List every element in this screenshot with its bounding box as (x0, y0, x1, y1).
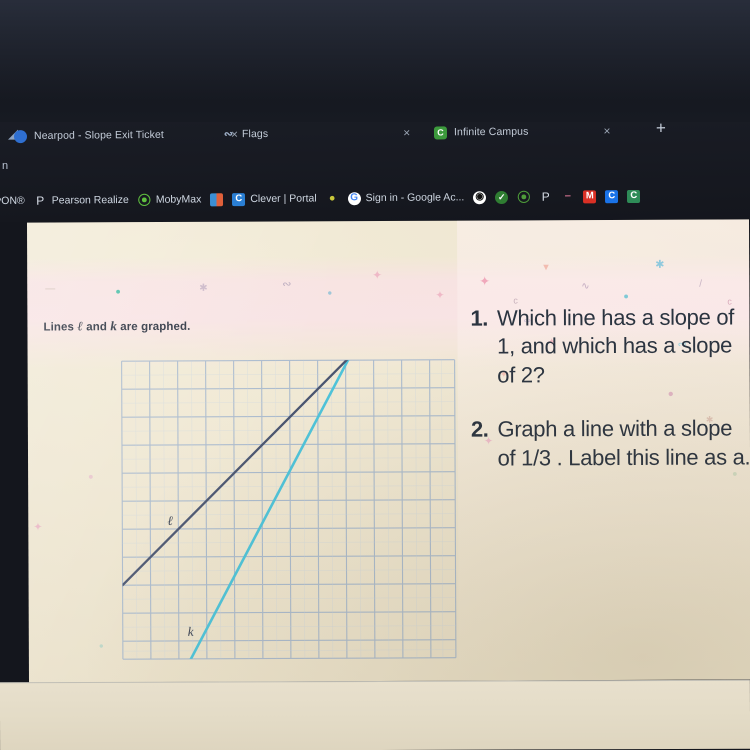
confetti-dot-icon: ● (88, 471, 94, 482)
bookmark-label: Pearson Realize (51, 193, 129, 207)
bookmark-book[interactable] (210, 192, 224, 206)
globe-icon: ◉ (473, 190, 487, 204)
question-text: Which line has a slope of 1, and which h… (496, 304, 735, 388)
graph-gridlines (121, 359, 457, 660)
confetti-sparkle-icon: ✱ (655, 258, 665, 271)
bookmark-c-green[interactable]: C (627, 189, 641, 203)
bookmark-mobymax[interactable]: ⦿ MobyMax (137, 192, 202, 208)
caption-suffix: are graphed. (116, 320, 191, 334)
nearpod-icon (13, 129, 28, 143)
bookmark-droplet[interactable]: ● (326, 192, 339, 205)
nearpod-slide: — ● ✱ ∾ ● ✦ ✦ ✦ c ▾ ∿ ● ✱ / c ∾ ✦ ∾ ✦ ● … (26, 219, 750, 683)
confetti-star-icon: ✦ (372, 268, 383, 283)
browser-chrome: ◢ n Nearpod - Slope Exit Ticket × ∾ Flag… (0, 0, 750, 222)
line-label-l: ℓ (167, 513, 173, 528)
clever-c-icon: C (232, 192, 246, 206)
bookmark-dash[interactable]: − (561, 190, 574, 203)
bookmark-google-signin[interactable]: G Sign in - Google Ac... (347, 191, 465, 205)
confetti-dot-icon: ● (115, 286, 121, 297)
bookmark-pearson-realize[interactable]: P Pearson Realize (34, 193, 129, 208)
confetti-dash-icon: — (45, 283, 56, 295)
question-2: 2. Graph a line with a slope of 1/3 . La… (471, 415, 750, 473)
confetti-triangle-icon: ▾ (543, 261, 549, 274)
bookmark-pearson2[interactable]: P (539, 189, 552, 204)
tab-title: Infinite Campus (453, 125, 529, 139)
bookmark-c-blue[interactable]: C (605, 189, 619, 203)
tab-title: Nearpod - Slope Exit Ticket (33, 128, 164, 142)
confetti-squiggle-icon: ∾ (282, 278, 292, 291)
confetti-mark-icon: ✱ (199, 282, 208, 294)
caption-prefix: Lines (43, 321, 78, 334)
droplet-icon: ● (328, 191, 336, 204)
confetti-star-icon: ✦ (33, 521, 43, 534)
close-icon[interactable]: × (403, 126, 410, 140)
browser-titlebar (0, 0, 750, 122)
close-icon[interactable]: × (603, 124, 610, 138)
pearson-p-icon: P (541, 189, 550, 204)
coordinate-graph: ℓ k (121, 348, 458, 664)
tab-nearpod[interactable]: Nearpod - Slope Exit Ticket × (13, 121, 238, 149)
book-icon (210, 192, 224, 206)
graph-subgrid (121, 359, 456, 660)
tab-strip: Nearpod - Slope Exit Ticket × ∾ Flags × … (0, 115, 750, 156)
tab-flags[interactable]: ∾ Flags × (222, 120, 410, 148)
nearpod-toolbar: Tt (0, 679, 750, 750)
bookmark-label: yON® (0, 194, 25, 208)
line-label-k: k (188, 624, 194, 639)
confetti-tick-icon: / (699, 278, 703, 290)
question-1: 1. Which line has a slope of 1, and whic… (470, 303, 750, 389)
bookmark-label: Clever | Portal (250, 192, 317, 206)
mobymax-leaf-icon: ⦿ (137, 192, 151, 208)
window-edge-glyph: n (2, 160, 9, 172)
leaf-icon: ⦿ (517, 189, 531, 205)
pearson-p-icon: P (36, 193, 45, 208)
new-tab-button[interactable]: + (656, 118, 666, 137)
google-g-icon: G (347, 191, 361, 205)
confetti-dot-icon: ● (623, 290, 629, 301)
bookmark-leaf[interactable]: ⦿ (517, 189, 531, 205)
question-text: Graph a line with a slope of 1/3 . Label… (497, 415, 750, 471)
confetti-swoosh-icon: ∿ (581, 281, 590, 293)
bookmark-clever-portal[interactable]: C Clever | Portal (232, 192, 317, 206)
campus-icon: C (433, 125, 448, 139)
tab-infinite-campus[interactable]: C Infinite Campus × (433, 118, 611, 146)
c-blue-icon: C (605, 189, 619, 203)
confetti-star-icon: ✦ (435, 289, 445, 302)
confetti-dot-icon: ● (98, 641, 104, 651)
graph-svg: ℓ k (121, 359, 457, 660)
question-number: 1. (470, 305, 489, 331)
c-green-icon: C (627, 189, 641, 203)
bookmark-label: Sign in - Google Ac... (365, 191, 465, 205)
question-number: 2. (470, 416, 489, 442)
check-circle-icon: ✓ (495, 190, 509, 204)
m-icon: M (583, 189, 597, 203)
bookmark-check[interactable]: ✓ (495, 190, 509, 204)
screen: ◢ n Nearpod - Slope Exit Ticket × ∾ Flag… (0, 0, 750, 750)
line-k (188, 359, 360, 660)
bookmark-yon[interactable]: yON® (0, 195, 25, 207)
slide-caption: Lines ℓ and k are graphed. (43, 318, 190, 335)
bookmarks-bar: yON® P Pearson Realize ⦿ MobyMax C Cleve… (0, 182, 750, 214)
confetti-dot-icon: ● (327, 288, 333, 298)
bookmark-m[interactable]: M (583, 189, 597, 203)
flags-icon: ∾ (223, 127, 234, 140)
bookmark-globe[interactable]: ◉ (473, 190, 487, 204)
dash-icon: − (564, 189, 572, 203)
bookmark-label: MobyMax (155, 193, 202, 206)
tab-title: Flags (241, 127, 269, 141)
caption-mid: and (82, 321, 111, 334)
confetti-star-icon: ✦ (479, 273, 491, 289)
questions-panel: 1. Which line has a slope of 1, and whic… (470, 303, 750, 498)
